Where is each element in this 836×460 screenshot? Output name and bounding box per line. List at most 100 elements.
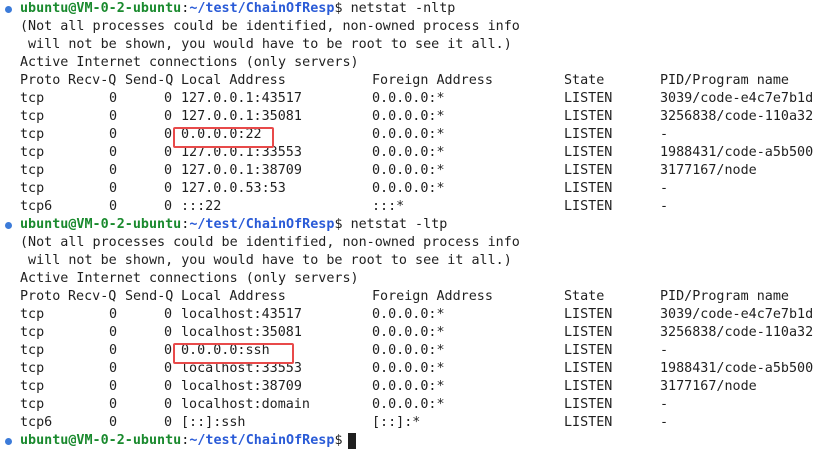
prompt-command: netstat -ltp	[350, 217, 448, 232]
cell-recv: 0	[108, 415, 117, 430]
cell-pid: -	[660, 415, 669, 430]
cell-state: LISTEN	[564, 307, 613, 322]
cell-local: 127.0.0.1:43517	[181, 91, 302, 106]
column-header-local: Local Address	[181, 289, 286, 304]
cell-state: LISTEN	[564, 109, 613, 124]
table-row: tcp 0 0 localhost:43517 0.0.0.0:* LISTEN 3039/…	[0, 306, 836, 324]
cell-state: LISTEN	[564, 379, 613, 394]
cell-proto: tcp	[20, 361, 45, 376]
cell-proto: tcp	[20, 343, 45, 358]
cell-foreign: 0.0.0.0:*	[372, 379, 445, 394]
cell-proto: tcp	[20, 325, 45, 340]
cell-recv: 0	[108, 343, 117, 358]
cell-recv: 0	[108, 163, 117, 178]
cell-send: 0	[163, 307, 172, 322]
prompt-path: ~/test/ChainOfResp	[189, 433, 335, 448]
table-row: tcp6 0 0 [::]:ssh [::]:* LISTEN -	[0, 414, 836, 432]
cell-pid: -	[660, 181, 669, 196]
table-header-2: Proto Recv-Q Send-Q Local Address Foreign Ad…	[0, 288, 836, 306]
cell-proto: tcp6	[20, 199, 53, 214]
cell-state: LISTEN	[564, 199, 613, 214]
cell-pid: 3177167/node	[660, 379, 757, 394]
cell-foreign: 0.0.0.0:*	[372, 181, 445, 196]
cell-pid: 1988431/code-a5b500	[660, 145, 814, 160]
table-row: tcp 0 0 127.0.0.53:53 0.0.0.0:* LISTEN -	[0, 180, 836, 198]
column-header-foreign: Foreign Address	[372, 73, 493, 88]
cell-pid: 3039/code-e4c7e7b1d	[660, 307, 814, 322]
column-header-sendq: Send-Q	[125, 289, 174, 304]
column-header-pid: PID/Program name	[660, 289, 789, 304]
cell-recv: 0	[108, 325, 117, 340]
cell-pid: -	[660, 397, 669, 412]
cell-foreign: 0.0.0.0:*	[372, 145, 445, 160]
cell-recv: 0	[108, 91, 117, 106]
cell-proto: tcp	[20, 109, 45, 124]
cell-foreign: 0.0.0.0:*	[372, 91, 445, 106]
prompt-path: ~/test/ChainOfResp	[189, 217, 335, 232]
notice-line-3: Active Internet connections (only server…	[20, 55, 359, 70]
cell-proto: tcp	[20, 91, 45, 106]
cell-local: 127.0.0.1:38709	[181, 163, 302, 178]
column-header-state: State	[564, 73, 605, 88]
cell-send: 0	[163, 145, 172, 160]
cell-recv: 0	[108, 361, 117, 376]
cell-local: localhost:35081	[181, 325, 302, 340]
cell-send: 0	[163, 379, 172, 394]
table-row: tcp 0 0 0.0.0.0:ssh 0.0.0.0:* LISTEN -	[0, 342, 836, 360]
cell-state: LISTEN	[564, 163, 613, 178]
cell-state: LISTEN	[564, 91, 613, 106]
notice-line-1: (Not all processes could be identified, …	[20, 235, 520, 250]
notice-line-2: will not be shown, you would have to be …	[20, 253, 512, 268]
cell-send: 0	[163, 127, 172, 142]
cell-foreign: 0.0.0.0:*	[372, 109, 445, 124]
cell-local: 127.0.0.53:53	[181, 181, 286, 196]
prompt-marker-icon	[5, 6, 12, 13]
cell-recv: 0	[108, 397, 117, 412]
cell-send: 0	[163, 181, 172, 196]
table-row: tcp 0 0 127.0.0.1:43517 0.0.0.0:* LISTEN 3039/…	[0, 90, 836, 108]
cell-local: 0.0.0.0:ssh	[181, 343, 270, 358]
cell-foreign: 0.0.0.0:*	[372, 325, 445, 340]
column-header-state: State	[564, 289, 605, 304]
cell-state: LISTEN	[564, 415, 613, 430]
cell-state: LISTEN	[564, 397, 613, 412]
prompt-marker-icon	[5, 222, 12, 229]
cell-pid: 1988431/code-a5b500	[660, 361, 814, 376]
table-row: tcp 0 0 127.0.0.1:38709 0.0.0.0:* LISTEN 31771…	[0, 162, 836, 180]
cell-pid: 3256838/code-110a32	[660, 109, 814, 124]
text-cursor	[348, 433, 356, 449]
notice-line-3: Active Internet connections (only server…	[20, 271, 359, 286]
table-row: tcp 0 0 0.0.0.0:22 0.0.0.0:* LISTEN -	[0, 126, 836, 144]
cell-local: localhost:33553	[181, 361, 302, 376]
cell-recv: 0	[108, 199, 117, 214]
terminal-window[interactable]: ubuntu@VM-0-2-ubuntu:~/test/ChainOfResp$…	[0, 0, 836, 460]
cell-foreign: [::]:*	[372, 415, 421, 430]
cell-pid: -	[660, 127, 669, 142]
prompt-dollar: $	[334, 217, 351, 232]
cell-state: LISTEN	[564, 181, 613, 196]
column-header-sendq: Send-Q	[125, 73, 174, 88]
cell-proto: tcp6	[20, 415, 53, 430]
cell-local: localhost:38709	[181, 379, 302, 394]
table-row: tcp6 0 0:::22:::* LISTEN -	[0, 198, 836, 216]
cell-proto: tcp	[20, 379, 45, 394]
cell-send: 0	[163, 343, 172, 358]
notice-line-2: will not be shown, you would have to be …	[20, 37, 512, 52]
cell-proto: tcp	[20, 181, 45, 196]
column-header-recvq: Recv-Q	[68, 289, 117, 304]
cell-foreign: 0.0.0.0:*	[372, 343, 445, 358]
cell-send: 0	[163, 199, 172, 214]
table-row: tcp 0 0 127.0.0.1:35081 0.0.0.0:* LISTEN 32568…	[0, 108, 836, 126]
cell-pid: -	[660, 343, 669, 358]
prompt-line-3[interactable]: ubuntu@VM-0-2-ubuntu:~/test/ChainOfResp$	[20, 432, 351, 450]
column-header-foreign: Foreign Address	[372, 289, 493, 304]
prompt-dollar: $	[334, 1, 351, 16]
cell-proto: tcp	[20, 397, 45, 412]
cell-pid: 3256838/code-110a32	[660, 325, 814, 340]
cell-foreign: 0.0.0.0:*	[372, 361, 445, 376]
cell-send: 0	[163, 415, 172, 430]
table-header-1: Proto Recv-Q Send-Q Local Address Foreign Ad…	[0, 72, 836, 90]
cell-local: 0.0.0.0:22	[181, 127, 262, 142]
column-header-proto: Proto	[20, 289, 61, 304]
cell-send: 0	[163, 109, 172, 124]
